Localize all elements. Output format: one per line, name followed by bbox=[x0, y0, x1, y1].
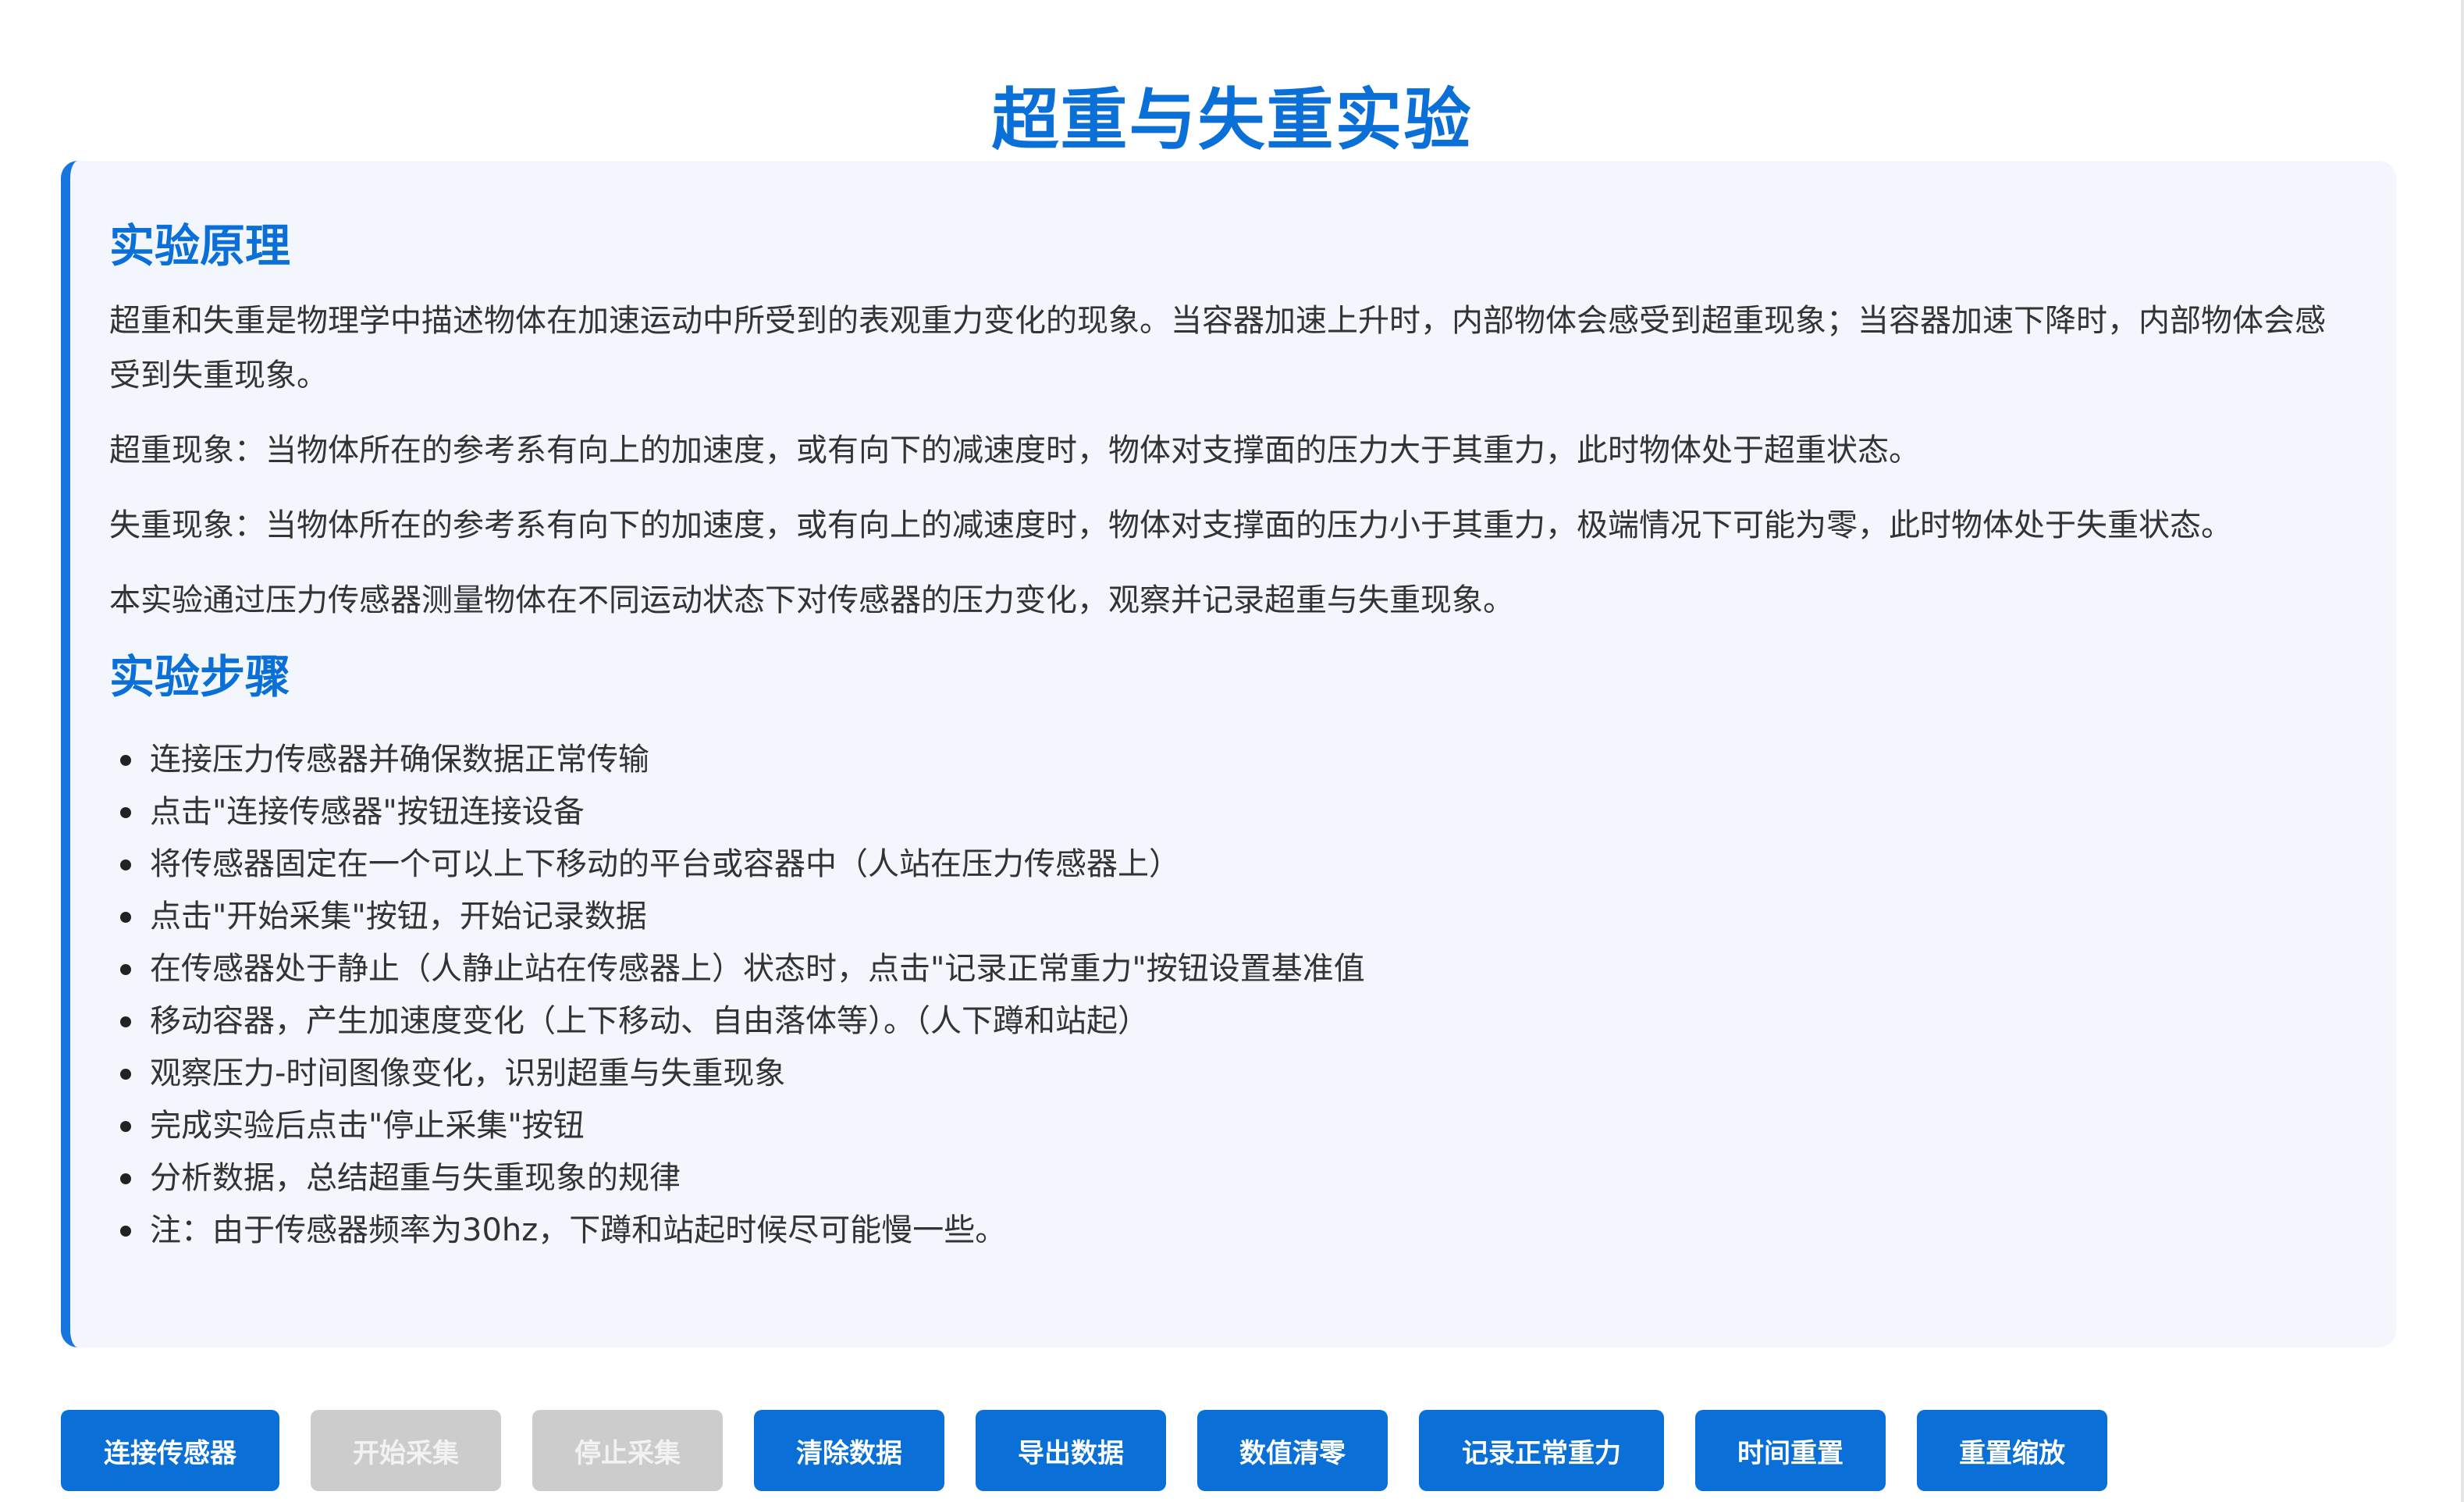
step-text: 在传感器处于静止（人静止站在传感器上）状态时，点击"记录正常重力"按钮设置基准值 bbox=[150, 951, 1365, 987]
step-item: 点击"开始采集"按钮，开始记录数据 bbox=[109, 891, 2351, 943]
connect-sensor-button[interactable]: 连接传感器 bbox=[61, 1410, 279, 1491]
window-right-edge bbox=[2461, 0, 2464, 1502]
step-text: 点击"连接传感器"按钮连接设备 bbox=[150, 794, 585, 830]
bullet-icon bbox=[120, 859, 131, 870]
step-item: 点击"连接传感器"按钮连接设备 bbox=[109, 786, 2351, 838]
bullet-icon bbox=[120, 1068, 131, 1080]
experiment-info-card: 实验原理 超重和失重是物理学中描述物体在加速运动中所受到的表观重力变化的现象。当… bbox=[61, 161, 2396, 1347]
bullet-icon bbox=[120, 1120, 131, 1132]
export-data-button[interactable]: 导出数据 bbox=[976, 1410, 1166, 1491]
step-item: 将传感器固定在一个可以上下移动的平台或容器中（人站在压力传感器上） bbox=[109, 838, 2351, 891]
principle-paragraph-intro: 超重和失重是物理学中描述物体在加速运动中所受到的表观重力变化的现象。当容器加速上… bbox=[109, 303, 2326, 393]
bullet-icon bbox=[120, 1173, 131, 1184]
control-toolbar: 连接传感器 开始采集 停止采集 清除数据 导出数据 数值清零 记录正常重力 时间… bbox=[61, 1410, 2107, 1491]
steps-heading: 实验步骤 bbox=[109, 650, 291, 703]
step-item: 连接压力传感器并确保数据正常传输 bbox=[109, 734, 2351, 786]
principle-paragraph-overweight: 超重现象：当物体所在的参考系有向上的加速度，或有向下的减速度时，物体对支撑面的压… bbox=[109, 432, 1920, 468]
stop-collection-button[interactable]: 停止采集 bbox=[532, 1410, 723, 1491]
step-item: 移动容器，产生加速度变化（上下移动、自由落体等）。（人下蹲和站起） bbox=[109, 995, 2351, 1048]
principle-heading: 实验原理 bbox=[109, 219, 291, 272]
step-text: 点击"开始采集"按钮，开始记录数据 bbox=[150, 899, 647, 934]
zero-value-button[interactable]: 数值清零 bbox=[1197, 1410, 1388, 1491]
step-text: 观察压力-时间图像变化，识别超重与失重现象 bbox=[150, 1055, 786, 1091]
step-text: 连接压力传感器并确保数据正常传输 bbox=[150, 742, 649, 778]
step-text: 分析数据，总结超重与失重现象的规律 bbox=[150, 1160, 681, 1196]
clear-data-button[interactable]: 清除数据 bbox=[754, 1410, 944, 1491]
page-title: 超重与失重实验 bbox=[991, 80, 1473, 159]
bullet-icon bbox=[120, 963, 131, 975]
principle-paragraph-weightless: 失重现象：当物体所在的参考系有向下的加速度，或有向上的减速度时，物体对支撑面的压… bbox=[109, 507, 2232, 543]
step-text: 注：由于传感器频率为30hz，下蹲和站起时候尽可能慢一些。 bbox=[150, 1212, 1007, 1248]
step-text: 完成实验后点击"停止采集"按钮 bbox=[150, 1108, 585, 1144]
bullet-icon bbox=[120, 806, 131, 818]
reset-time-button[interactable]: 时间重置 bbox=[1695, 1410, 1886, 1491]
bullet-icon bbox=[120, 754, 131, 766]
steps-list: 连接压力传感器并确保数据正常传输 点击"连接传感器"按钮连接设备 将传感器固定在… bbox=[109, 734, 2351, 1257]
step-text: 将传感器固定在一个可以上下移动的平台或容器中（人站在压力传感器上） bbox=[150, 846, 1180, 882]
bullet-icon bbox=[120, 1016, 131, 1027]
step-item: 注：由于传感器频率为30hz，下蹲和站起时候尽可能慢一些。 bbox=[109, 1205, 2351, 1257]
step-item: 观察压力-时间图像变化，识别超重与失重现象 bbox=[109, 1048, 2351, 1100]
principle-paragraph-method: 本实验通过压力传感器测量物体在不同运动状态下对传感器的压力变化，观察并记录超重与… bbox=[109, 582, 1514, 618]
reset-zoom-button[interactable]: 重置缩放 bbox=[1917, 1410, 2107, 1491]
bullet-icon bbox=[120, 1225, 131, 1237]
record-normal-gravity-button[interactable]: 记录正常重力 bbox=[1419, 1410, 1664, 1491]
step-item: 分析数据，总结超重与失重现象的规律 bbox=[109, 1152, 2351, 1205]
bullet-icon bbox=[120, 911, 131, 923]
step-item: 在传感器处于静止（人静止站在传感器上）状态时，点击"记录正常重力"按钮设置基准值 bbox=[109, 943, 2351, 995]
step-text: 移动容器，产生加速度变化（上下移动、自由落体等）。（人下蹲和站起） bbox=[150, 1003, 1149, 1039]
start-collection-button[interactable]: 开始采集 bbox=[311, 1410, 501, 1491]
step-item: 完成实验后点击"停止采集"按钮 bbox=[109, 1100, 2351, 1152]
